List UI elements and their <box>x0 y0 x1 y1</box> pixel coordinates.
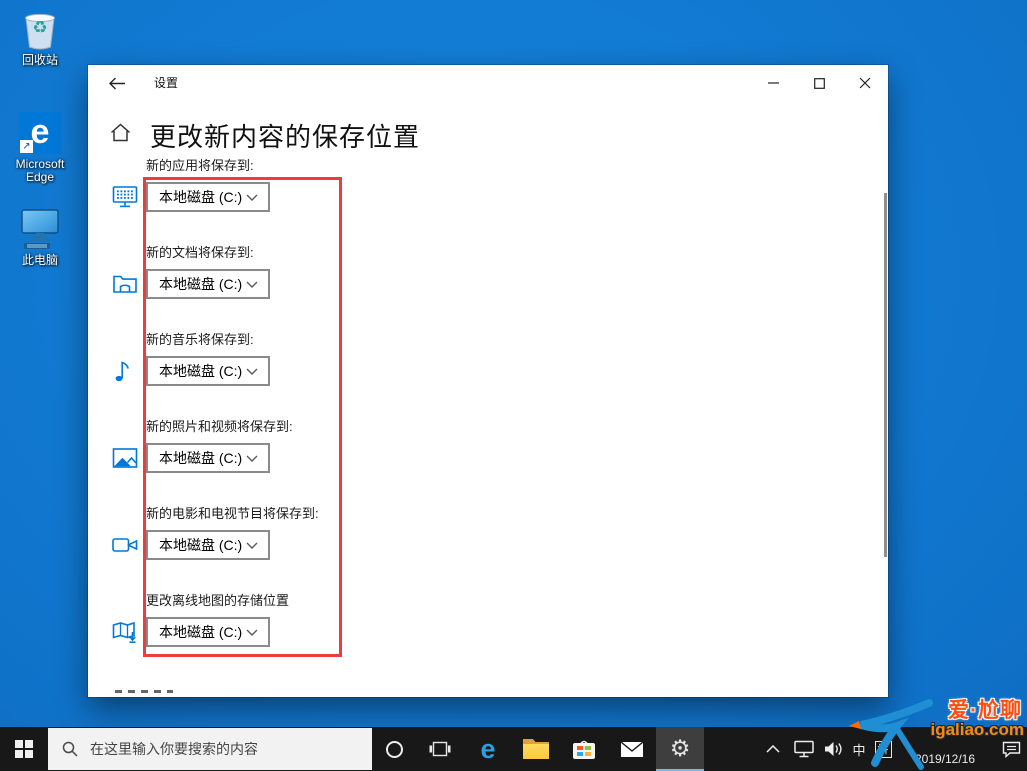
home-icon <box>110 123 131 147</box>
chevron-down-icon <box>246 194 258 201</box>
save-group-label: 更改离线地图的存储位置 <box>146 593 290 608</box>
drive-dropdown[interactable]: 本地磁盘 (C:) <box>146 530 270 560</box>
minimize-button[interactable] <box>750 65 796 101</box>
clock[interactable]: 2019/12/16 <box>898 727 992 771</box>
edge-taskbar-button[interactable]: e <box>464 727 512 771</box>
watermark-title: 爱·尬聊 <box>948 699 1022 722</box>
ime-mode-indicator[interactable]: 拼 <box>871 727 895 771</box>
action-center-icon <box>1002 741 1020 758</box>
maps-icon <box>112 619 138 645</box>
chevron-down-icon <box>246 629 258 636</box>
recycle-bin-icon: ♻ <box>8 6 72 52</box>
desktop-icon-label: 回收站 <box>21 53 58 67</box>
save-group-label: 新的音乐将保存到: <box>146 332 254 347</box>
drive-dropdown[interactable]: 本地磁盘 (C:) <box>146 617 270 647</box>
search-placeholder: 在这里输入你要搜索的内容 <box>90 741 258 757</box>
shortcut-arrow-icon: ↗ <box>20 140 33 153</box>
desktop-icon-this-pc[interactable]: 此电脑 <box>8 206 72 267</box>
save-group-apps: 新的应用将保存到: 本地磁盘 (C:) <box>112 155 412 215</box>
windows-logo-icon <box>15 740 33 758</box>
chevron-up-icon <box>766 745 780 753</box>
network-tray-button[interactable] <box>790 727 818 771</box>
save-group-photos: 新的照片和视频将保存到: 本地磁盘 (C:) <box>112 416 412 476</box>
scrollbar-thumb[interactable] <box>884 193 887 557</box>
edge-icon: e <box>480 733 496 764</box>
speaker-icon <box>824 742 842 756</box>
store-icon <box>572 738 596 760</box>
save-group-label: 新的照片和视频将保存到: <box>146 419 293 434</box>
ime-language-indicator[interactable]: 中 <box>848 727 870 771</box>
photos-icon <box>112 445 138 471</box>
drive-dropdown[interactable]: 本地磁盘 (C:) <box>146 269 270 299</box>
settings-window: 设置 更改新内容的保存位置 新的应用将保存到: 本地磁盘 (C:) 新的文档将保存… <box>88 65 888 697</box>
edge-icon: e ↗ <box>8 110 72 156</box>
video-icon <box>112 532 138 558</box>
apps-icon <box>112 184 138 210</box>
save-group-label: 新的文档将保存到: <box>146 245 254 260</box>
clipped-text <box>115 690 173 693</box>
mail-icon <box>620 740 644 757</box>
save-group-maps: 更改离线地图的存储位置本地磁盘 (C:) <box>112 590 412 650</box>
titlebar[interactable]: 设置 <box>88 65 888 101</box>
music-icon <box>112 358 138 384</box>
cortana-button[interactable] <box>372 727 416 771</box>
settings-taskbar-button[interactable]: ⚙ <box>656 727 704 771</box>
file-explorer-button[interactable] <box>512 727 560 771</box>
desktop-icon-label: 此电脑 <box>21 253 58 267</box>
ethernet-icon <box>794 740 814 758</box>
chevron-down-icon <box>246 455 258 462</box>
recycle-symbol: ♻ <box>32 18 48 37</box>
task-view-button[interactable] <box>416 727 464 771</box>
save-group-documents: 新的文档将保存到: 本地磁盘 (C:) <box>112 242 412 302</box>
desktop-icon-microsoft-edge[interactable]: e ↗ Microsoft Edge <box>8 110 72 184</box>
start-button[interactable] <box>0 727 48 771</box>
drive-dropdown[interactable]: 本地磁盘 (C:) <box>146 356 270 386</box>
show-hidden-icons-button[interactable] <box>760 727 786 771</box>
drive-dropdown[interactable]: 本地磁盘 (C:) <box>146 182 270 212</box>
close-button[interactable] <box>842 65 888 101</box>
documents-icon <box>112 271 138 297</box>
maximize-button[interactable] <box>796 65 842 101</box>
chevron-down-icon <box>246 368 258 375</box>
gear-icon: ⚙ <box>669 735 691 762</box>
window-title: 设置 <box>154 76 179 90</box>
volume-tray-button[interactable] <box>820 727 846 771</box>
task-view-icon <box>429 741 451 757</box>
save-group-label: 新的应用将保存到: <box>146 158 254 173</box>
desktop-icon-recycle-bin[interactable]: ♻ 回收站 <box>8 6 72 67</box>
mail-button[interactable] <box>608 727 656 771</box>
action-center-button[interactable] <box>996 727 1026 771</box>
taskbar: 在这里输入你要搜索的内容 e ⚙ 中 拼 2019/12/16 <box>0 727 1027 771</box>
tray-date: 2019/12/16 <box>914 752 976 766</box>
file-explorer-icon <box>523 739 549 759</box>
cortana-icon <box>385 740 403 758</box>
desktop-icon-label: Microsoft Edge <box>15 157 65 184</box>
store-button[interactable] <box>560 727 608 771</box>
save-location-groups: 新的应用将保存到: 本地磁盘 (C:) 新的文档将保存到: 本地磁盘 (C:) 新的… <box>112 155 852 687</box>
drive-dropdown[interactable]: 本地磁盘 (C:) <box>146 443 270 473</box>
search-input[interactable]: 在这里输入你要搜索的内容 <box>48 728 372 770</box>
chevron-down-icon <box>246 281 258 288</box>
chevron-down-icon <box>246 542 258 549</box>
search-icon <box>62 741 78 757</box>
page-title: 更改新内容的保存位置 <box>150 122 421 152</box>
save-group-music: 新的音乐将保存到: 本地磁盘 (C:) <box>112 329 412 389</box>
save-group-label: 新的电影和电视节目将保存到: <box>146 506 319 521</box>
back-button[interactable] <box>96 65 138 101</box>
this-pc-icon <box>8 206 72 252</box>
save-group-video: 新的电影和电视节目将保存到: 本地磁盘 (C:) <box>112 503 412 563</box>
